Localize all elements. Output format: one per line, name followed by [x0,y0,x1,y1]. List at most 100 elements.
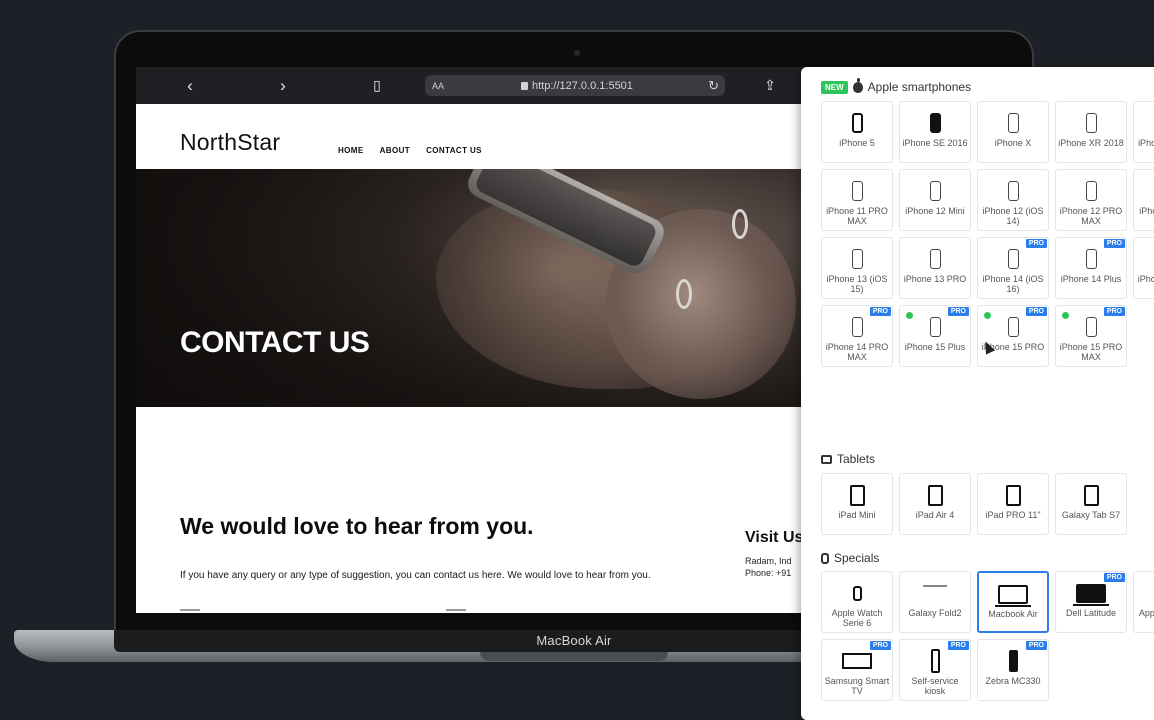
specials-section-header: Specials [821,551,879,565]
device-tile[interactable]: iPad PRO 11" [977,473,1049,535]
device-label: Macbook Air [988,609,1038,619]
device-label: Dell Latitude [1065,608,1117,618]
lock-icon [521,81,528,90]
device-tile[interactable]: iPhone 12 PRO MAX [1055,169,1127,231]
device-icon-wrap [1073,581,1109,606]
device-tile[interactable]: PRO Samsung Smart TV [821,639,893,701]
apple-device-grid: iPhone 5 iPhone SE 2016 iPhone X iPhone XR … [821,101,1154,367]
device-label: iPhone 12 Mini [905,206,965,216]
device-icon-wrap [929,247,941,271]
device-tile[interactable]: PRO Dell Latitude [1055,571,1127,633]
book-icon[interactable]: ▯ [366,67,388,104]
device-tile[interactable]: PROiPhone 14 PRO [1133,237,1154,299]
device-tile[interactable]: iPhone 13 PRO [899,237,971,299]
device-tile[interactable]: Galaxy Tab S7 [1055,473,1127,535]
phone-icon [1085,317,1097,337]
nav-about[interactable]: ABOUT [380,146,410,155]
pro-badge: PRO [869,307,891,316]
phone-icon [1007,113,1019,133]
device-icon-wrap [923,581,947,605]
visit-phone: Phone: +91 [745,568,792,578]
device-tile[interactable]: iPhone 13 Mini [1133,169,1154,231]
device-tile[interactable]: PRO iPhone 15 PRO [977,305,1049,367]
device-tile[interactable]: PRO iPhone 14 PRO MAX [821,305,893,367]
phone-icon [851,181,863,201]
device-tile[interactable]: PRO iPhone 14 (iOS 16) [977,237,1049,299]
laptop-screen: ‹ › ▯ AA http://127.0.0.1:5501 ↻ ⇪ North… [136,67,816,613]
device-icon-wrap [851,111,863,135]
pro-badge: PRO [1103,307,1125,316]
phone-icon [851,249,863,269]
chevron-right-icon[interactable]: › [273,67,293,104]
phone-icon [929,317,941,337]
device-tile[interactable]: iPhone XR 2018 [1055,101,1127,163]
device-icon-wrap [851,247,863,271]
device-picker-panel: NEW Apple smartphones iPhone 5 iPhone SE … [801,67,1154,720]
phone-icon [1085,249,1097,269]
device-tile[interactable]: Galaxy Fold2 [899,571,971,633]
device-tile[interactable]: iPad Air 4 [899,473,971,535]
chevron-left-icon[interactable]: ‹ [180,67,200,104]
device-label: iPhone 11 PRO [1138,138,1154,148]
pro-badge: PRO [947,641,969,650]
site-logo[interactable]: NorthStar [180,129,280,156]
content-heading: We would love to hear from you. [180,513,534,539]
apple-icon [852,77,863,93]
device-tile[interactable]: iPhone SE 2016 [899,101,971,163]
device-tile[interactable]: iPhone 13 (iOS 15) [821,237,893,299]
hero-overlay [136,169,816,407]
reader-aa-button[interactable]: AA [432,81,444,91]
device-label: iPhone SE 2016 [902,138,968,148]
device-tile[interactable]: iPhone 12 (iOS 14) [977,169,1049,231]
device-tile[interactable]: PRO iPhone 14 Plus [1055,237,1127,299]
device-icon-wrap [1085,315,1097,339]
pro-badge: PRO [1025,307,1047,316]
status-dot [1062,312,1069,319]
fold-icon [923,585,947,601]
device-tile[interactable]: iPhone 11 PRO MAX [821,169,893,231]
device-tile[interactable]: PRO Zebra MC330 [977,639,1049,701]
reload-icon[interactable]: ↻ [708,78,719,94]
device-tile[interactable]: iPhone 5 [821,101,893,163]
device-tile[interactable]: Macbook Air [977,571,1049,633]
specials-section-title: Specials [834,551,880,565]
laptop-icon [995,584,1031,607]
device-label: iPhone 5 [839,138,875,148]
nav-home[interactable]: HOME [338,146,364,155]
device-tile[interactable]: PRO iPhone 15 PRO MAX [1055,305,1127,367]
device-tile[interactable]: iPhone 12 Mini [899,169,971,231]
device-icon-wrap [1007,111,1019,135]
device-label: Apple Watch Serie 6 [831,608,883,628]
device-icon-wrap [1085,179,1097,203]
kiosk-icon [930,649,940,673]
device-label: iPhone 15 PRO MAX [1059,342,1123,362]
device-label: iPhone 12 PRO MAX [1059,206,1123,226]
device-tile[interactable]: PRO iPhone 15 Plus [899,305,971,367]
pro-badge: PRO [947,307,969,316]
device-icon-wrap [1008,649,1018,673]
device-label: Galaxy Fold2 [908,608,962,618]
device-tile[interactable]: iPhone 11 PRO [1133,101,1154,163]
device-tile[interactable]: iPad Mini [821,473,893,535]
device-tile[interactable]: PRO Self-service kiosk [899,639,971,701]
device-label: iPhone X [994,138,1032,148]
device-tile[interactable]: iPhone X [977,101,1049,163]
device-icon-wrap [852,581,862,605]
device-tile[interactable]: Apple Watch Serie 6 [821,571,893,633]
device-label: iPhone 14 (iOS 16) [982,274,1044,294]
nav-contact-us[interactable]: CONTACT US [426,146,482,155]
device-icon-wrap [1007,179,1019,203]
phone-icon [1085,113,1097,133]
device-tile[interactable]: PROApple iMac 24" [1133,571,1154,633]
share-icon[interactable]: ⇪ [760,67,780,104]
laptop-notch [480,652,668,661]
address-bar[interactable]: AA http://127.0.0.1:5501 ↻ [425,75,725,96]
device-label: Samsung Smart TV [824,676,890,696]
device-label: iPad Air 4 [915,510,955,520]
device-label: iPad Mini [838,510,876,520]
phone-icon [1007,317,1019,337]
device-icon-wrap [929,179,941,203]
device-label: iPhone 13 PRO [903,274,967,284]
phone-icon [929,181,941,201]
device-label: iPad PRO 11" [985,510,1041,520]
